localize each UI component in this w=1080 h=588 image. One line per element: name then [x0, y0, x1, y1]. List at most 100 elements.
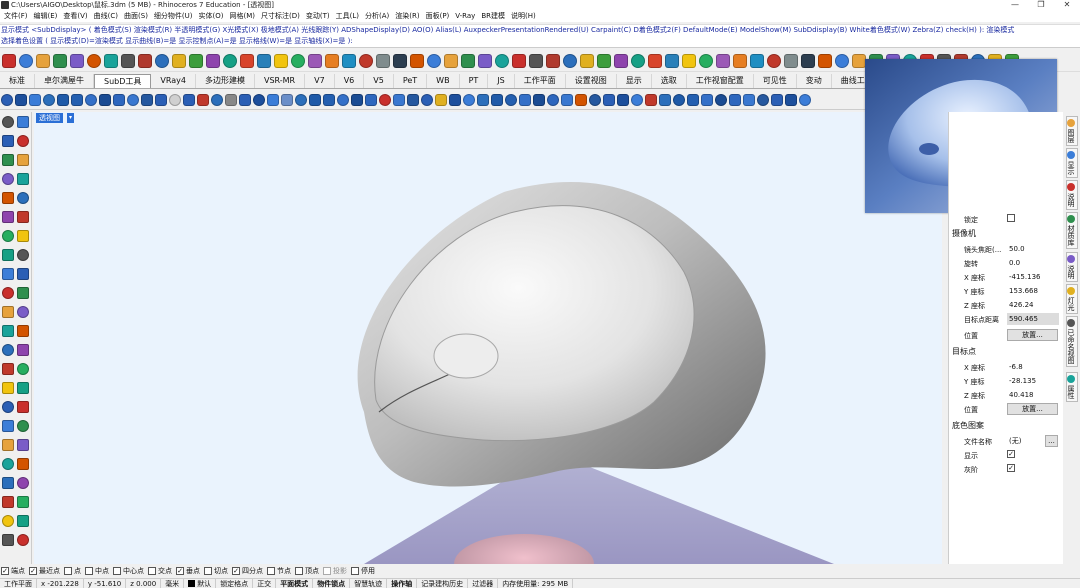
subd-tool-icon[interactable]	[463, 93, 475, 106]
tab-9[interactable]: PeT	[394, 74, 428, 88]
subd-tool-icon[interactable]	[757, 93, 769, 106]
left-tool-icon[interactable]	[2, 306, 14, 318]
subd-tool-icon[interactable]	[127, 93, 139, 106]
menu-item[interactable]: 曲面(S)	[121, 11, 151, 21]
subd-tool-icon[interactable]	[57, 93, 69, 106]
tab-18[interactable]: 可见性	[754, 74, 797, 88]
osnap-checkbox[interactable]	[148, 567, 156, 575]
subd-tool-icon[interactable]	[71, 93, 83, 106]
subd-tool-icon[interactable]	[211, 93, 223, 106]
menu-item[interactable]: 变动(T)	[303, 11, 333, 21]
toolbar-tool-icon[interactable]	[308, 53, 322, 68]
left-tool-icon[interactable]	[17, 192, 29, 204]
subd-tool-icon[interactable]	[309, 93, 321, 106]
toolbar-tool-icon[interactable]	[206, 53, 220, 68]
tab-13[interactable]: 工作平面	[515, 74, 566, 88]
toolbar-tool-icon[interactable]	[835, 53, 849, 68]
left-tool-icon[interactable]	[17, 249, 29, 261]
status-toggle[interactable]: 正交	[253, 579, 277, 588]
toolbar-tool-icon[interactable]	[478, 53, 492, 68]
subd-tool-icon[interactable]	[99, 93, 111, 106]
status-toggle[interactable]: 锁定格点	[216, 579, 254, 588]
subd-tool-icon[interactable]	[29, 93, 41, 106]
menu-item[interactable]: BR建模	[478, 11, 508, 21]
camera-property-value[interactable]: 426.24	[1007, 299, 1059, 311]
toolbar-tool-icon[interactable]	[733, 53, 747, 68]
osnap-checkbox[interactable]	[85, 567, 93, 575]
toolbar-tool-icon[interactable]	[614, 53, 628, 68]
osnap-option[interactable]: 节点	[267, 566, 291, 576]
browse-button[interactable]: ...	[1045, 435, 1058, 447]
left-tool-icon[interactable]	[2, 458, 14, 470]
left-tool-icon[interactable]	[2, 135, 14, 147]
left-tool-icon[interactable]	[2, 268, 14, 280]
left-tool-icon[interactable]	[2, 230, 14, 242]
toolbar-tool-icon[interactable]	[597, 53, 611, 68]
tab-15[interactable]: 显示	[617, 74, 652, 88]
tab-2[interactable]: SubD工具	[94, 74, 152, 88]
left-tool-icon[interactable]	[17, 211, 29, 223]
subd-tool-icon[interactable]	[673, 93, 685, 106]
left-tool-icon[interactable]	[2, 154, 14, 166]
osnap-option[interactable]: 中点	[85, 566, 109, 576]
status-toggle[interactable]: 内存使用量: 295 MB	[498, 579, 574, 588]
left-tool-icon[interactable]	[17, 287, 29, 299]
left-tool-icon[interactable]	[17, 173, 29, 185]
camera-property-value[interactable]: -415.136	[1007, 271, 1059, 283]
left-tool-icon[interactable]	[17, 154, 29, 166]
left-tool-icon[interactable]	[17, 325, 29, 337]
lock-checkbox[interactable]	[1007, 214, 1015, 222]
close-button[interactable]: ✕	[1054, 0, 1080, 10]
subd-tool-icon[interactable]	[519, 93, 531, 106]
tab-5[interactable]: VSR-MR	[255, 74, 306, 88]
toolbar-tool-icon[interactable]	[53, 53, 67, 68]
toolbar-tool-icon[interactable]	[563, 53, 577, 68]
menu-item[interactable]: 实体(O)	[196, 11, 227, 21]
menu-item[interactable]: 尺寸标注(D)	[258, 11, 303, 21]
left-tool-icon[interactable]	[2, 420, 14, 432]
menu-item[interactable]: 面板(P)	[423, 11, 453, 21]
subd-tool-icon[interactable]	[631, 93, 643, 106]
subd-tool-icon[interactable]	[337, 93, 349, 106]
tab-4[interactable]: 多边形建模	[196, 74, 255, 88]
left-tool-icon[interactable]	[2, 344, 14, 356]
subd-tool-icon[interactable]	[351, 93, 363, 106]
left-tool-icon[interactable]	[2, 382, 14, 394]
subd-tool-icon[interactable]	[141, 93, 153, 106]
left-tool-icon[interactable]	[2, 249, 14, 261]
menu-item[interactable]: 细分物件(U)	[151, 11, 196, 21]
show-checkbox[interactable]: ✓	[1007, 450, 1015, 458]
subd-tool-icon[interactable]	[365, 93, 377, 106]
subd-tool-icon[interactable]	[603, 93, 615, 106]
subd-tool-icon[interactable]	[687, 93, 699, 106]
perspective-viewport[interactable]: 透视图 ▾	[34, 112, 942, 564]
toolbar-tool-icon[interactable]	[274, 53, 288, 68]
toolbar-tool-icon[interactable]	[189, 53, 203, 68]
tab-6[interactable]: V7	[305, 74, 335, 88]
left-tool-icon[interactable]	[2, 515, 14, 527]
left-tool-icon[interactable]	[2, 211, 14, 223]
menu-item[interactable]: 曲线(C)	[91, 11, 121, 21]
toolbar-tool-icon[interactable]	[580, 53, 594, 68]
subd-tool-icon[interactable]	[785, 93, 797, 106]
left-tool-icon[interactable]	[17, 458, 29, 470]
tab-1[interactable]: 卓尔满屋牛	[35, 74, 94, 88]
toolbar-tool-icon[interactable]	[529, 53, 543, 68]
left-tool-icon[interactable]	[17, 439, 29, 451]
viewport-menu-icon[interactable]: ▾	[67, 113, 74, 123]
subd-tool-icon[interactable]	[407, 93, 419, 106]
grayscale-checkbox[interactable]: ✓	[1007, 464, 1015, 472]
toolbar-tool-icon[interactable]	[70, 53, 84, 68]
subd-tool-icon[interactable]	[267, 93, 279, 106]
camera-property-value[interactable]: 153.668	[1007, 285, 1059, 297]
toolbar-tool-icon[interactable]	[546, 53, 560, 68]
subd-tool-icon[interactable]	[225, 93, 237, 106]
panel-tab-0[interactable]: 图层	[1066, 116, 1078, 146]
target-property-value[interactable]: -28.135	[1007, 375, 1059, 387]
menu-item[interactable]: 分析(A)	[362, 11, 392, 21]
osnap-option[interactable]: ✓ 最近点	[29, 566, 60, 576]
osnap-checkbox[interactable]	[113, 567, 121, 575]
subd-tool-icon[interactable]	[449, 93, 461, 106]
subd-tool-icon[interactable]	[771, 93, 783, 106]
subd-tool-icon[interactable]	[295, 93, 307, 106]
